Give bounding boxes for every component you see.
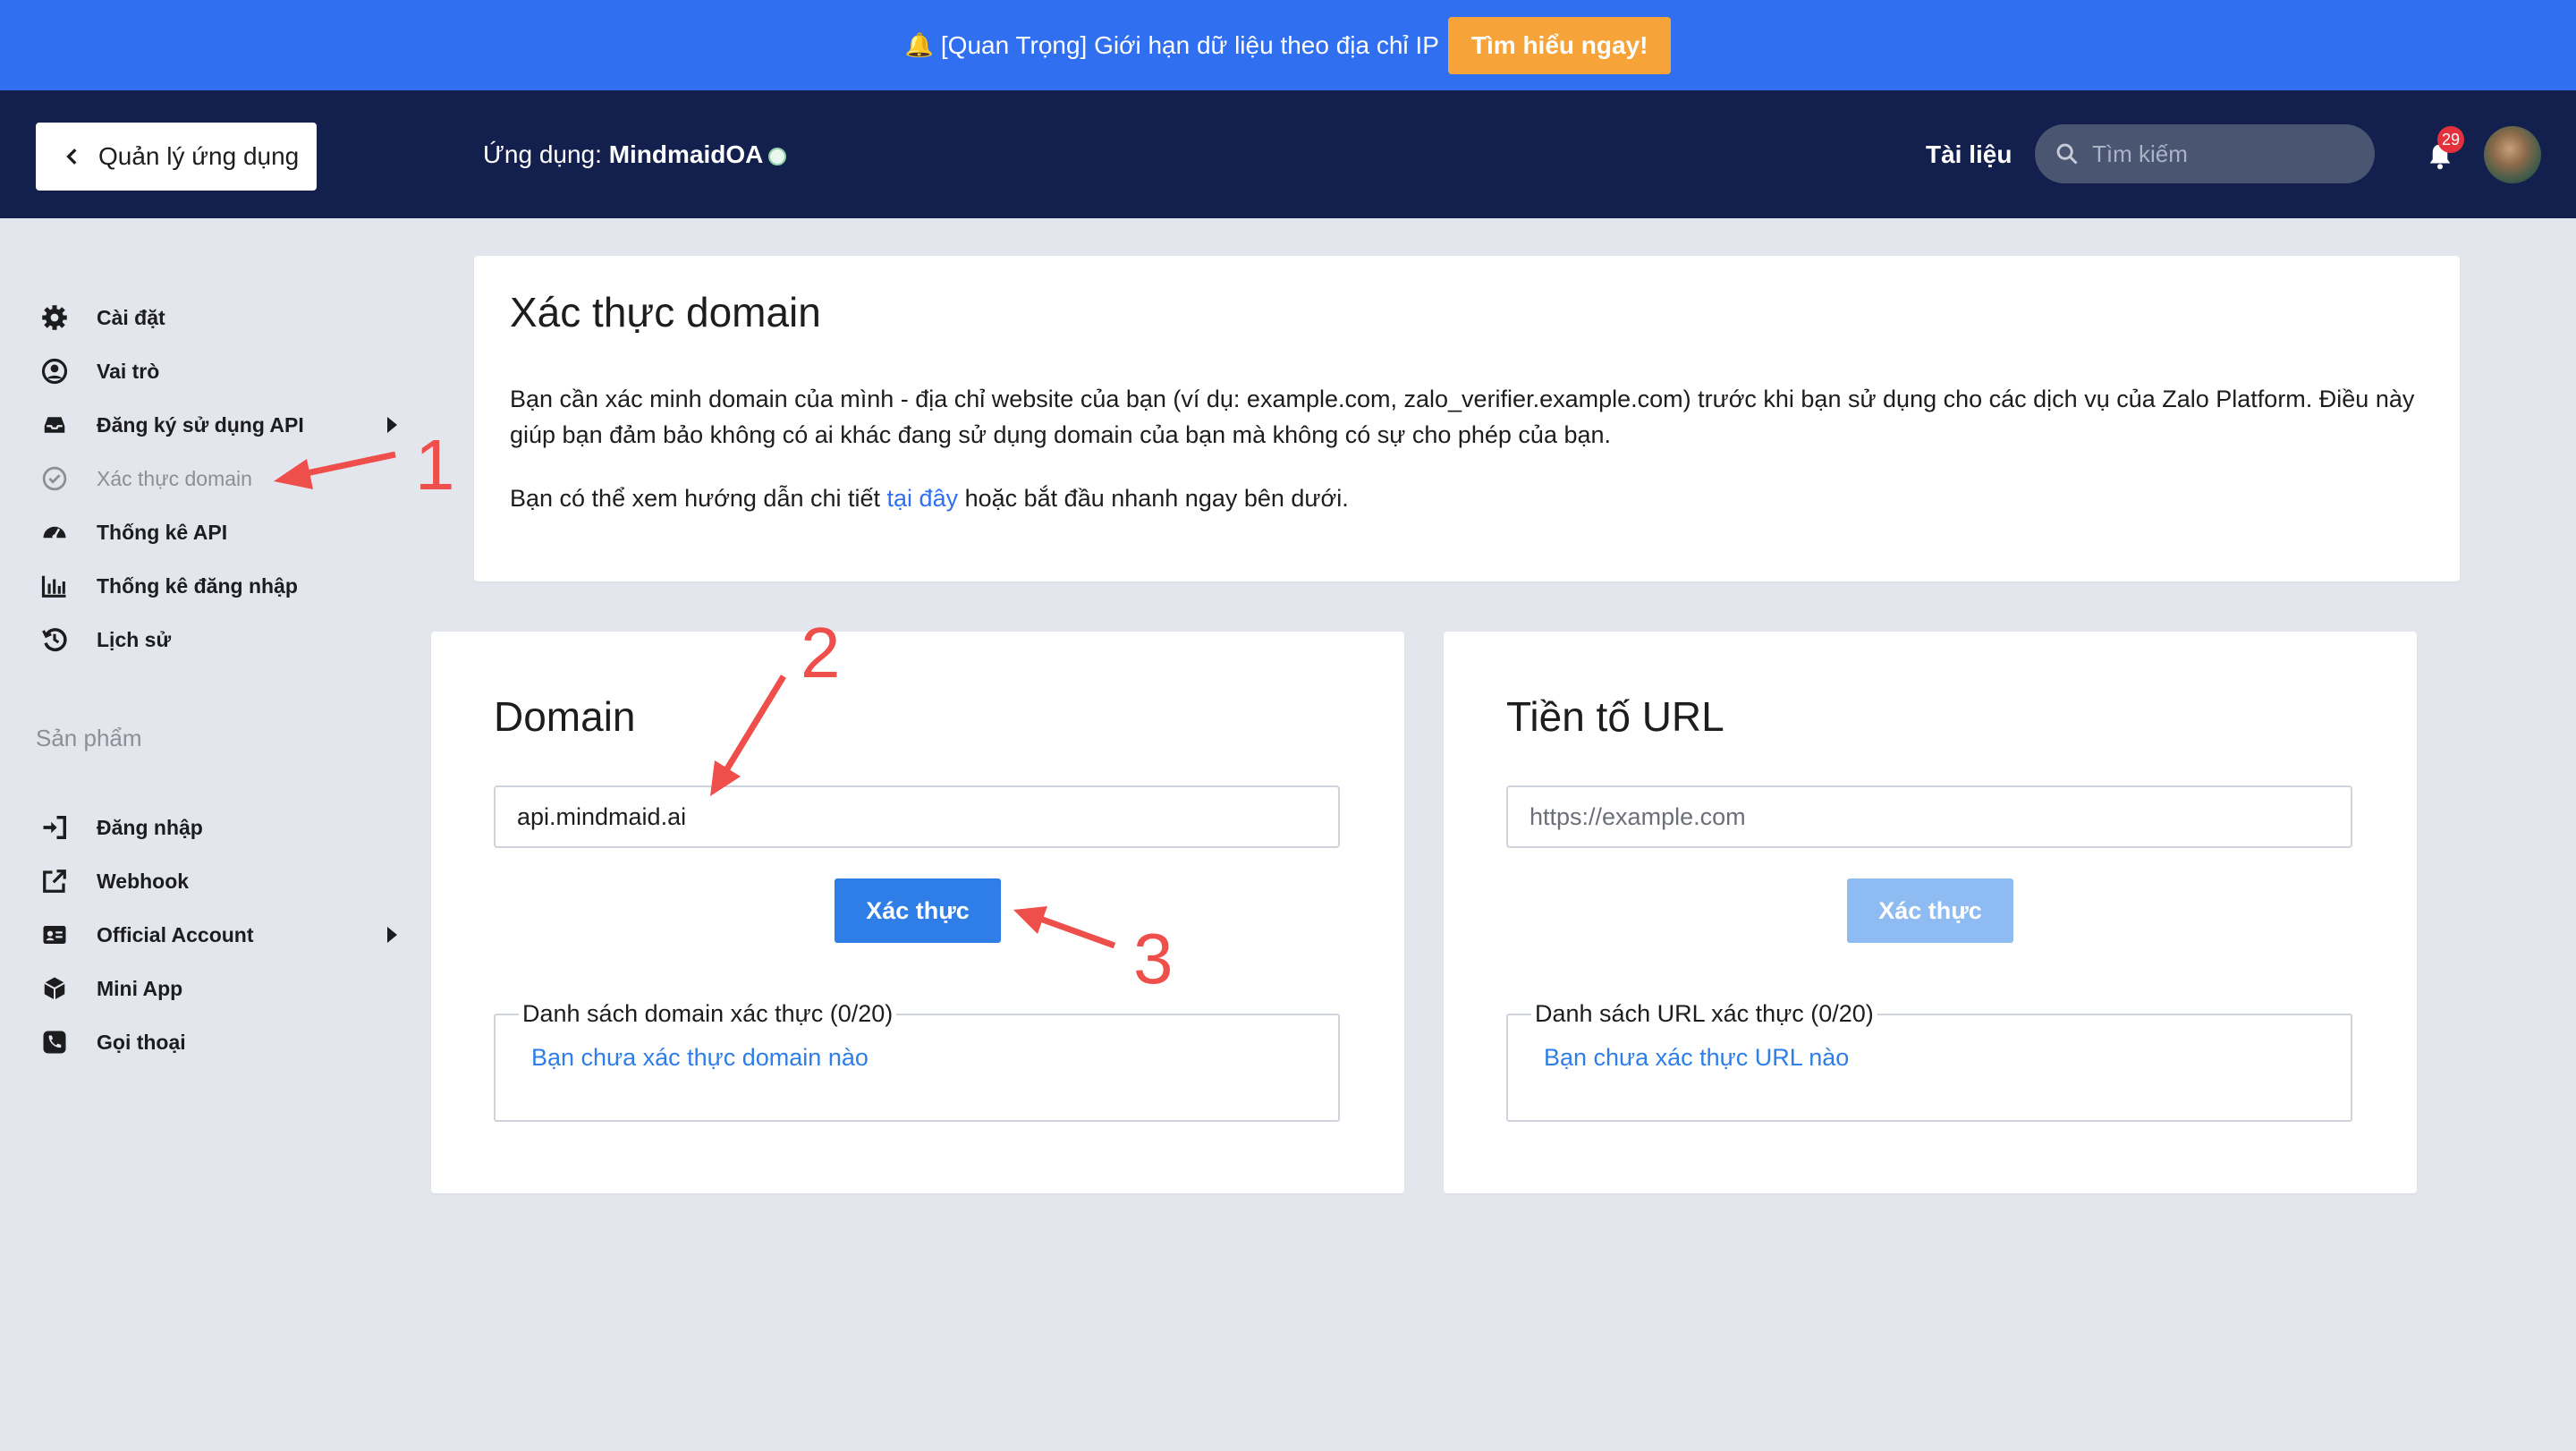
cube-icon (39, 973, 70, 1004)
sidebar-item-label: Xác thực domain (97, 466, 252, 490)
app-status-dot (768, 147, 787, 165)
sidebar-item-history[interactable]: Lịch sử (39, 620, 397, 659)
sidebar-item-api-registration[interactable]: Đăng ký sử dụng API (39, 405, 397, 445)
caret-right-icon (387, 927, 397, 943)
search-input[interactable] (2090, 139, 2362, 169)
sidebar-item-roles[interactable]: Vai trò (39, 352, 397, 391)
sidebar-item-domain-verification[interactable]: Xác thực domain (39, 459, 397, 498)
url-list-box: Danh sách URL xác thực (0/20) Bạn chưa x… (1506, 1000, 2352, 1122)
caret-right-icon (387, 417, 397, 433)
url-list-legend: Danh sách URL xác thực (0/20) (1535, 1000, 1874, 1027)
sidebar-item-label: Official Account (97, 922, 254, 946)
sidebar-item-label: Mini App (97, 976, 183, 1000)
sidebar-item-label: Cài đặt (97, 305, 165, 329)
guide-link[interactable]: tại đây (887, 485, 959, 512)
domain-panel: Domain Xác thực Danh sách domain xác thự… (431, 632, 1404, 1193)
domain-list-empty-text: Bạn chưa xác thực domain nào (531, 1044, 869, 1071)
back-to-apps-button[interactable]: Quản lý ứng dụng (36, 123, 317, 191)
gear-icon (39, 302, 70, 333)
domain-input[interactable] (494, 785, 1340, 848)
app-name: MindmaidOA (608, 140, 764, 168)
learn-more-button[interactable]: Tìm hiểu ngay! (1447, 16, 1672, 74)
check-circle-icon (39, 463, 70, 494)
annotation-number-2: 2 (801, 613, 841, 692)
domain-panel-title: Domain (494, 693, 636, 740)
products-section-label: Sản phẩm (36, 725, 142, 751)
app-label: Ứng dụng: MindmaidOA (483, 140, 787, 169)
intro-guide-text: Bạn có thể xem hướng dẫn chi tiết tại đâ… (510, 480, 2433, 516)
back-button-label: Quản lý ứng dụng (98, 142, 300, 170)
external-link-icon (39, 866, 70, 896)
sidebar-item-label: Thống kê API (97, 520, 228, 544)
sidebar-item-label: Thống kê đăng nhập (97, 573, 298, 598)
annotation-number-3: 3 (1133, 919, 1174, 998)
intro-description: Bạn cần xác minh domain của mình - địa c… (510, 386, 2415, 448)
guide-text-after: hoặc bắt đầu nhanh ngay bên dưới. (958, 485, 1349, 512)
notification-count-badge: 29 (2437, 126, 2464, 153)
sidebar-item-official-account[interactable]: Official Account (39, 915, 397, 955)
top-header: Quản lý ứng dụng Ứng dụng: MindmaidOA Tà… (0, 90, 2576, 218)
inbox-icon (39, 410, 70, 440)
sidebar-item-label: Đăng ký sử dụng API (97, 412, 304, 437)
docs-link[interactable]: Tài liệu (1926, 140, 2012, 169)
sidebar-item-login[interactable]: Đăng nhập (39, 808, 397, 847)
sidebar-item-label: Webhook (97, 869, 190, 893)
url-panel-title: Tiền tố URL (1506, 693, 1724, 740)
avatar[interactable] (2484, 126, 2541, 183)
domain-list-box: Danh sách domain xác thực (0/20) Bạn chư… (494, 1000, 1340, 1122)
search-icon (2056, 143, 2078, 165)
dashboard-icon (39, 517, 70, 547)
sidebar-item-label: Vai trò (97, 359, 160, 383)
domain-list-legend: Danh sách domain xác thực (0/20) (522, 1000, 894, 1027)
intro-card: Xác thực domain Bạn cần xác minh domain … (474, 256, 2460, 581)
history-icon (39, 624, 70, 655)
sidebar-item-voice-call[interactable]: Gọi thoại (39, 1022, 397, 1062)
sidebar-item-label: Đăng nhập (97, 815, 203, 839)
announcement-text: [Quan Trọng] Giới hạn dữ liệu theo địa c… (940, 30, 1439, 59)
sidebar-item-mini-app[interactable]: Mini App (39, 969, 397, 1008)
page-title: Xác thực domain (510, 289, 821, 335)
announcement-bar: 🔔 [Quan Trọng] Giới hạn dữ liệu theo địa… (0, 0, 2576, 90)
url-prefix-input[interactable] (1506, 785, 2352, 848)
verify-domain-button[interactable]: Xác thực (835, 878, 1001, 943)
sidebar-item-label: Lịch sử (97, 627, 172, 651)
sidebar-item-settings[interactable]: Cài đặt (39, 298, 397, 337)
user-circle-icon (39, 356, 70, 386)
app-prefix: Ứng dụng: (483, 140, 609, 168)
sidebar: Cài đặt Vai trò Đăng ký sử dụng API Xác … (0, 218, 420, 1451)
url-list-empty-text: Bạn chưa xác thực URL nào (1544, 1044, 1850, 1071)
sign-in-icon (39, 812, 70, 843)
sidebar-item-label: Gọi thoại (97, 1030, 186, 1054)
phone-icon (39, 1027, 70, 1057)
bell-emoji-icon: 🔔 (904, 31, 934, 58)
chevron-left-icon (66, 148, 77, 165)
url-prefix-panel: Tiền tố URL Xác thực Danh sách URL xác t… (1444, 632, 2417, 1193)
sidebar-item-webhook[interactable]: Webhook (39, 861, 397, 901)
sidebar-item-login-stats[interactable]: Thống kê đăng nhập (39, 566, 397, 606)
annotation-number-1: 1 (415, 425, 455, 505)
search-box[interactable] (2035, 124, 2375, 183)
sidebar-item-api-stats[interactable]: Thống kê API (39, 513, 397, 552)
guide-text-before: Bạn có thể xem hướng dẫn chi tiết (510, 485, 887, 512)
verify-url-button[interactable]: Xác thực (1847, 878, 2013, 943)
id-card-icon (39, 920, 70, 950)
bar-chart-icon (39, 571, 70, 601)
